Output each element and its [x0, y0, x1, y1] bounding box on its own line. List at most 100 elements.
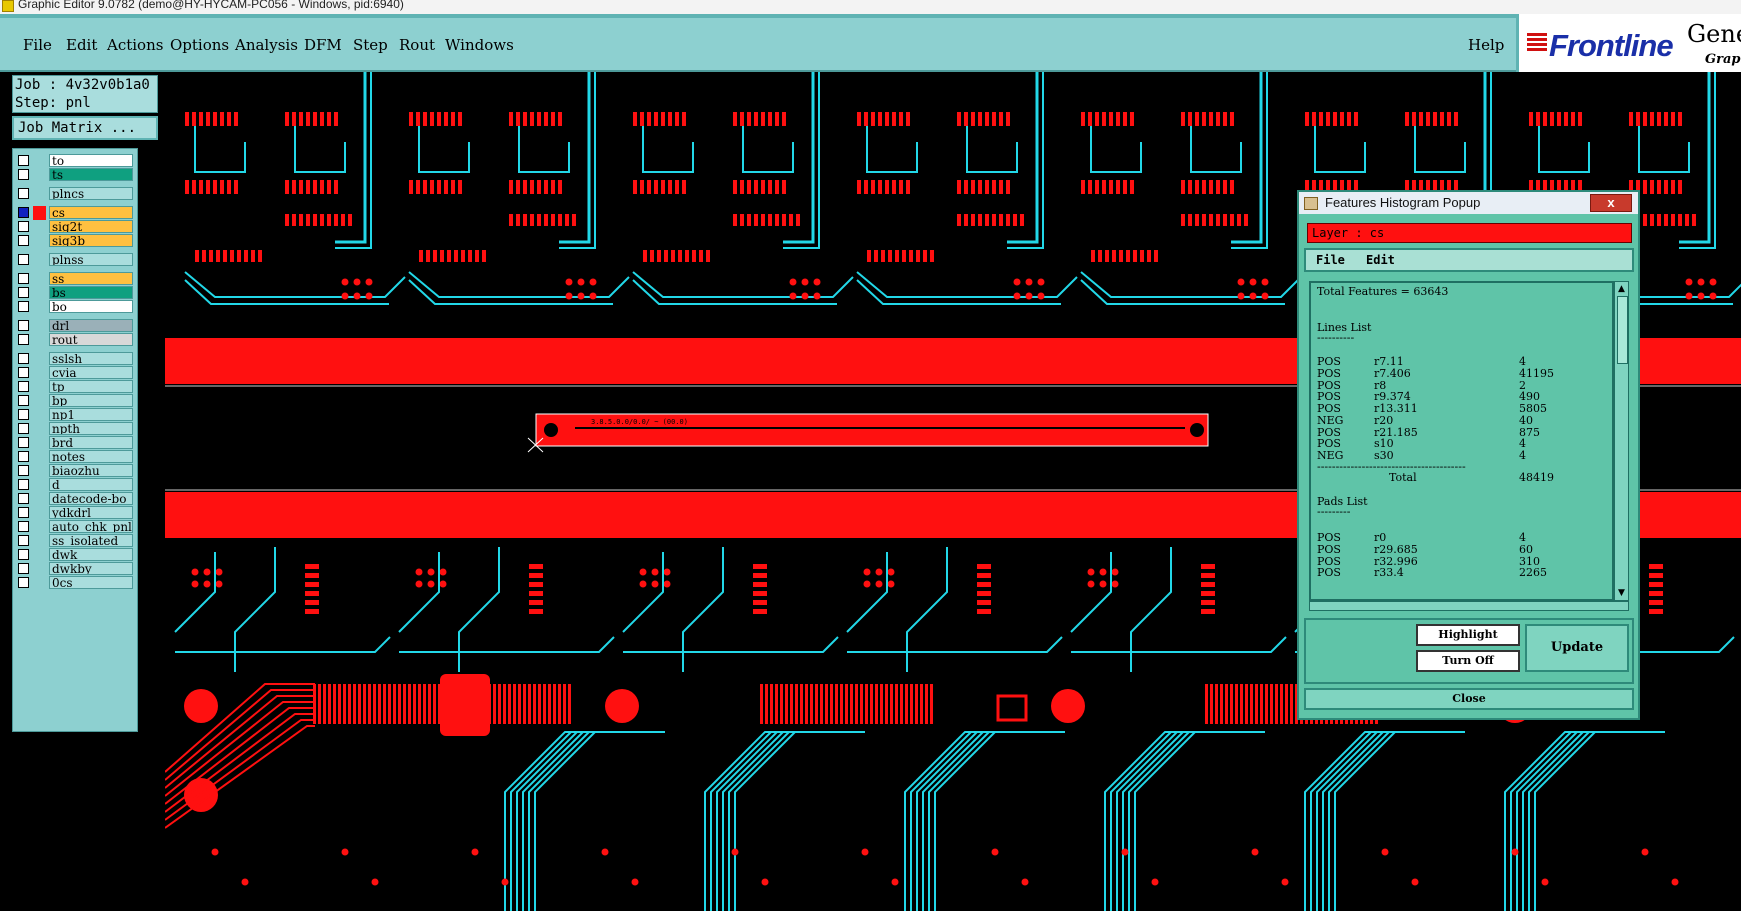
layer-checkbox[interactable] — [18, 451, 29, 462]
menu-windows[interactable]: Windows — [445, 36, 514, 54]
layer-row[interactable]: cs — [16, 206, 134, 220]
menu-rout[interactable]: Rout — [399, 36, 435, 54]
list-horizontal-scrollbar[interactable] — [1309, 601, 1629, 611]
layer-row[interactable]: datecode-bo — [16, 492, 134, 506]
layer-checkbox[interactable] — [18, 235, 29, 246]
layer-name[interactable]: plncs — [49, 187, 133, 200]
layer-name[interactable]: drl — [49, 319, 133, 332]
layer-name[interactable]: dwk — [49, 548, 133, 561]
menu-file[interactable]: File — [23, 36, 52, 54]
layer-name[interactable]: tp — [49, 380, 133, 393]
layer-checkbox[interactable] — [18, 465, 29, 476]
layer-name[interactable]: sslsh — [49, 352, 133, 365]
layer-checkbox[interactable] — [18, 437, 29, 448]
layer-name[interactable]: npth — [49, 422, 133, 435]
layer-row[interactable]: brd — [16, 436, 134, 450]
layer-row[interactable]: rout — [16, 333, 134, 347]
layer-checkbox[interactable] — [18, 334, 29, 345]
scroll-down-icon[interactable]: ▼ — [1616, 588, 1627, 598]
turn-off-button[interactable]: Turn Off — [1416, 650, 1520, 672]
layer-row[interactable]: np1 — [16, 408, 134, 422]
layer-row[interactable]: cvia — [16, 366, 134, 380]
layer-name[interactable]: to — [49, 154, 133, 167]
layer-name[interactable]: 0cs — [49, 576, 133, 589]
layer-name[interactable]: cvia — [49, 366, 133, 379]
close-button[interactable]: Close — [1304, 688, 1634, 710]
menu-help[interactable]: Help — [1468, 36, 1504, 54]
layer-row[interactable]: notes — [16, 450, 134, 464]
job-matrix-button[interactable]: Job Matrix ... — [12, 116, 158, 140]
layer-checkbox[interactable] — [18, 577, 29, 588]
layer-checkbox[interactable] — [18, 507, 29, 518]
layer-name[interactable]: ts — [49, 168, 133, 181]
layer-row[interactable]: ts — [16, 168, 134, 182]
layer-row[interactable]: 0cs — [16, 576, 134, 590]
layer-row[interactable]: biaozhu — [16, 464, 134, 478]
layer-name[interactable]: auto_chk_pnl — [49, 520, 133, 533]
layer-name[interactable]: biaozhu — [49, 464, 133, 477]
layer-checkbox[interactable] — [18, 549, 29, 560]
highlight-button[interactable]: Highlight — [1416, 624, 1520, 646]
layer-row[interactable]: sig2t — [16, 220, 134, 234]
layer-name[interactable]: bp — [49, 394, 133, 407]
layer-row[interactable]: tp — [16, 380, 134, 394]
layer-checkbox[interactable] — [18, 320, 29, 331]
menu-actions[interactable]: Actions — [107, 36, 163, 54]
layer-name[interactable]: ydkdrl — [49, 506, 133, 519]
layer-checkbox[interactable] — [18, 188, 29, 199]
layer-row[interactable]: plncs — [16, 187, 134, 201]
layer-name[interactable]: brd — [49, 436, 133, 449]
layer-row[interactable]: ydkdrl — [16, 506, 134, 520]
update-button[interactable]: Update — [1525, 624, 1629, 672]
histogram-list[interactable]: Total Features = 63643 Lines List --------… — [1309, 281, 1614, 601]
layer-name[interactable]: dwkby — [49, 562, 133, 575]
layer-checkbox[interactable] — [18, 254, 29, 265]
scroll-up-icon[interactable]: ▲ — [1616, 284, 1627, 294]
layer-row[interactable]: sslsh — [16, 352, 134, 366]
layer-row[interactable]: to — [16, 154, 134, 168]
layer-name[interactable]: bo — [49, 300, 133, 313]
layer-row[interactable]: ss — [16, 272, 134, 286]
layer-name[interactable]: d — [49, 478, 133, 491]
layer-checkbox[interactable] — [18, 287, 29, 298]
layer-row[interactable]: bs — [16, 286, 134, 300]
layer-checkbox[interactable] — [18, 353, 29, 364]
layer-checkbox[interactable] — [18, 381, 29, 392]
menu-edit[interactable]: Edit — [66, 36, 97, 54]
layer-checkbox[interactable] — [18, 409, 29, 420]
layer-checkbox[interactable] — [18, 535, 29, 546]
layer-row[interactable]: auto_chk_pnl — [16, 520, 134, 534]
layer-checkbox[interactable] — [18, 367, 29, 378]
menu-step[interactable]: Step — [353, 36, 388, 54]
menu-options[interactable]: Options — [170, 36, 229, 54]
layer-checkbox[interactable] — [18, 521, 29, 532]
layer-checkbox[interactable] — [18, 207, 29, 218]
layer-name[interactable]: datecode-bo — [49, 492, 133, 505]
layer-checkbox[interactable] — [18, 423, 29, 434]
layer-row[interactable]: drl — [16, 319, 134, 333]
layer-name[interactable]: notes — [49, 450, 133, 463]
layer-checkbox[interactable] — [18, 169, 29, 180]
layer-row[interactable]: dwk — [16, 548, 134, 562]
layer-checkbox[interactable] — [18, 221, 29, 232]
layer-checkbox[interactable] — [18, 563, 29, 574]
layer-checkbox[interactable] — [18, 493, 29, 504]
layer-row[interactable]: bo — [16, 300, 134, 314]
layer-row[interactable]: bp — [16, 394, 134, 408]
layer-name[interactable]: ss_isolated — [49, 534, 133, 547]
layer-name[interactable]: cs — [49, 206, 133, 219]
layer-row[interactable]: sig3b — [16, 234, 134, 248]
popup-close-x-button[interactable]: x — [1590, 194, 1632, 212]
layer-checkbox[interactable] — [18, 155, 29, 166]
layer-name[interactable]: rout — [49, 333, 133, 346]
layer-checkbox[interactable] — [18, 273, 29, 284]
layer-row[interactable]: d — [16, 478, 134, 492]
layer-row[interactable]: ss_isolated — [16, 534, 134, 548]
layer-name[interactable]: ss — [49, 272, 133, 285]
layer-checkbox[interactable] — [18, 395, 29, 406]
layer-row[interactable]: npth — [16, 422, 134, 436]
list-vertical-scrollbar[interactable]: ▲ ▼ — [1614, 281, 1629, 601]
layer-name[interactable]: bs — [49, 286, 133, 299]
layer-checkbox[interactable] — [18, 479, 29, 490]
layer-row[interactable]: plnss — [16, 253, 134, 267]
